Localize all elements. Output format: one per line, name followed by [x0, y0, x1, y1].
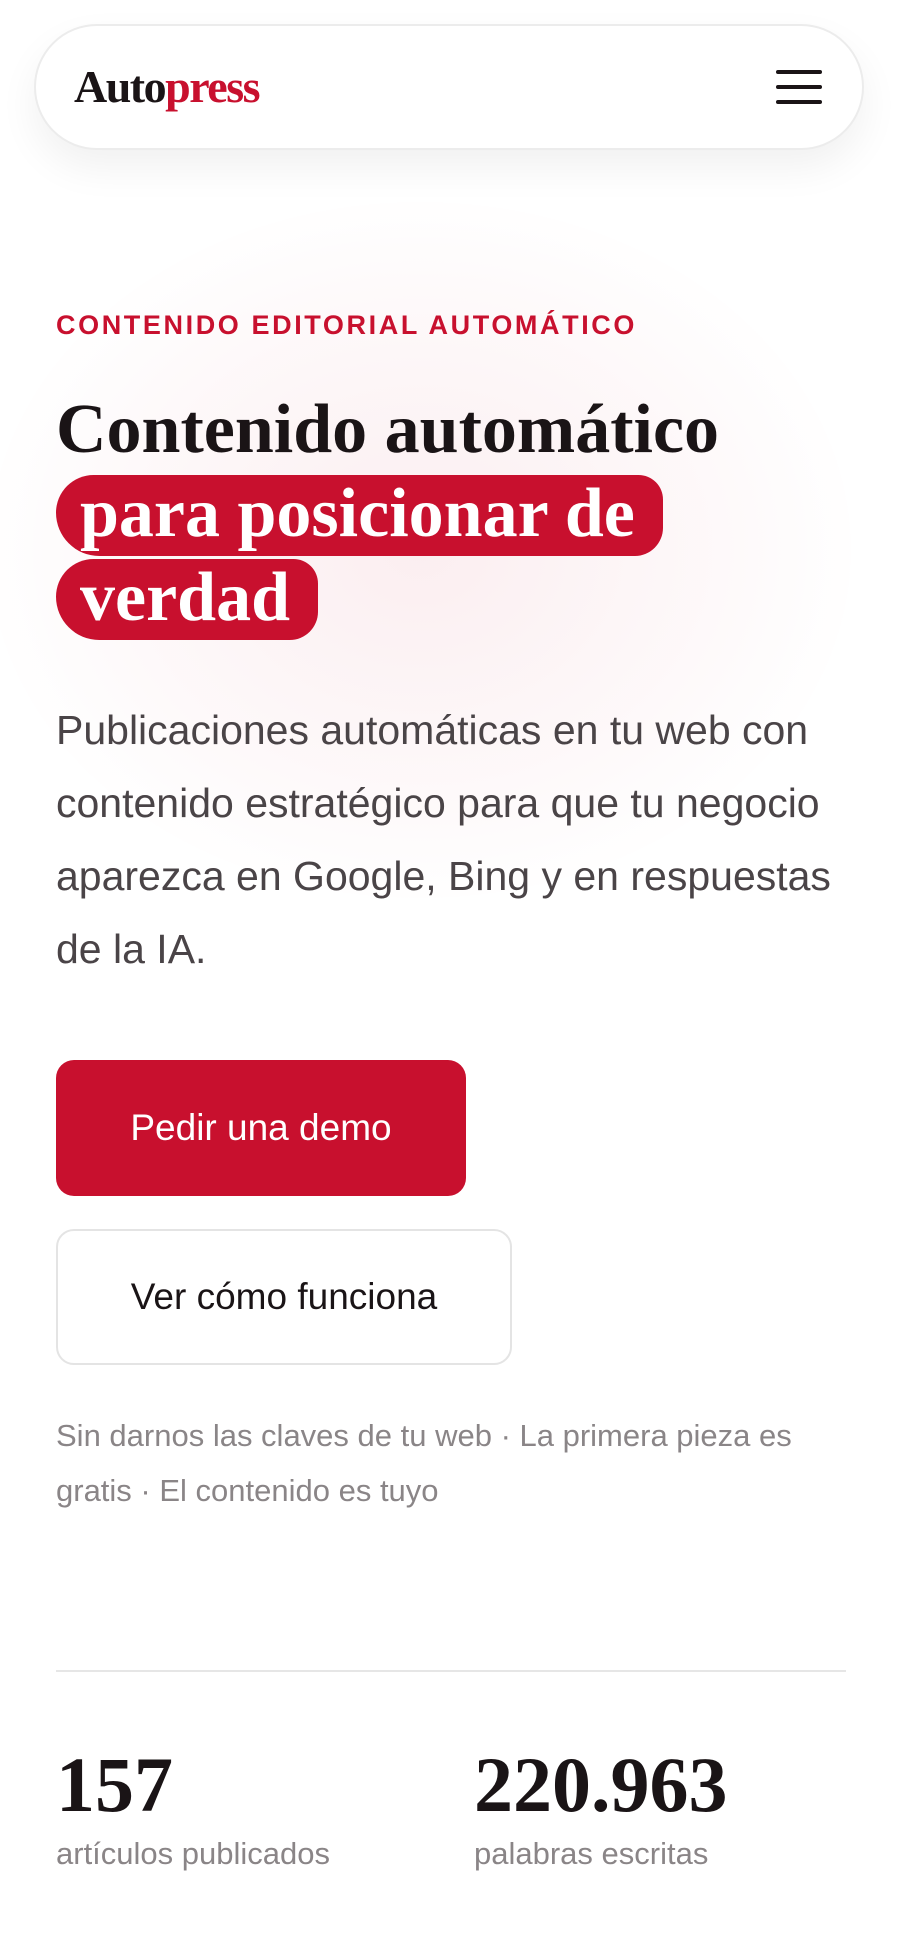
menu-bar-top: [776, 70, 822, 74]
menu-bar-bottom: [776, 100, 822, 104]
stat-articles-value: 157: [56, 1741, 173, 1828]
hero-background-glow: [0, 150, 900, 1150]
stat-words-value: 220.963: [474, 1741, 728, 1828]
hero-fineprint: Sin darnos las claves de tu web · La pri…: [56, 1418, 792, 1508]
logo[interactable]: Autopress: [74, 61, 261, 112]
stat-articles: 157 artículos publicados: [56, 1740, 330, 1874]
menu-bar-middle: [776, 85, 822, 89]
hero-headline: Contenido automático para posicionar de …: [56, 388, 856, 640]
stat-words: 220.963 palabras escritas: [474, 1740, 728, 1874]
logo-text-press: press: [165, 61, 260, 112]
stats-divider: [56, 1670, 846, 1672]
navbar: Autopress: [34, 24, 864, 150]
hero-eyebrow: CONTENIDO EDITORIAL AUTOMÁTICO: [56, 310, 638, 340]
stat-words-label: palabras escritas: [474, 1836, 709, 1871]
hero-lead-paragraph: Publicaciones automáticas en tu web con …: [56, 707, 831, 972]
headline-plain: Contenido automático: [56, 391, 720, 468]
logo-text-auto: Auto: [74, 61, 167, 112]
hamburger-menu-icon[interactable]: [776, 68, 822, 106]
see-how-it-works-button[interactable]: Ver cómo funciona: [56, 1229, 512, 1365]
headline-highlight: para posicionar de verdad: [56, 475, 663, 640]
stat-articles-label: artículos publicados: [56, 1836, 330, 1871]
request-demo-button[interactable]: Pedir una demo: [56, 1060, 466, 1196]
